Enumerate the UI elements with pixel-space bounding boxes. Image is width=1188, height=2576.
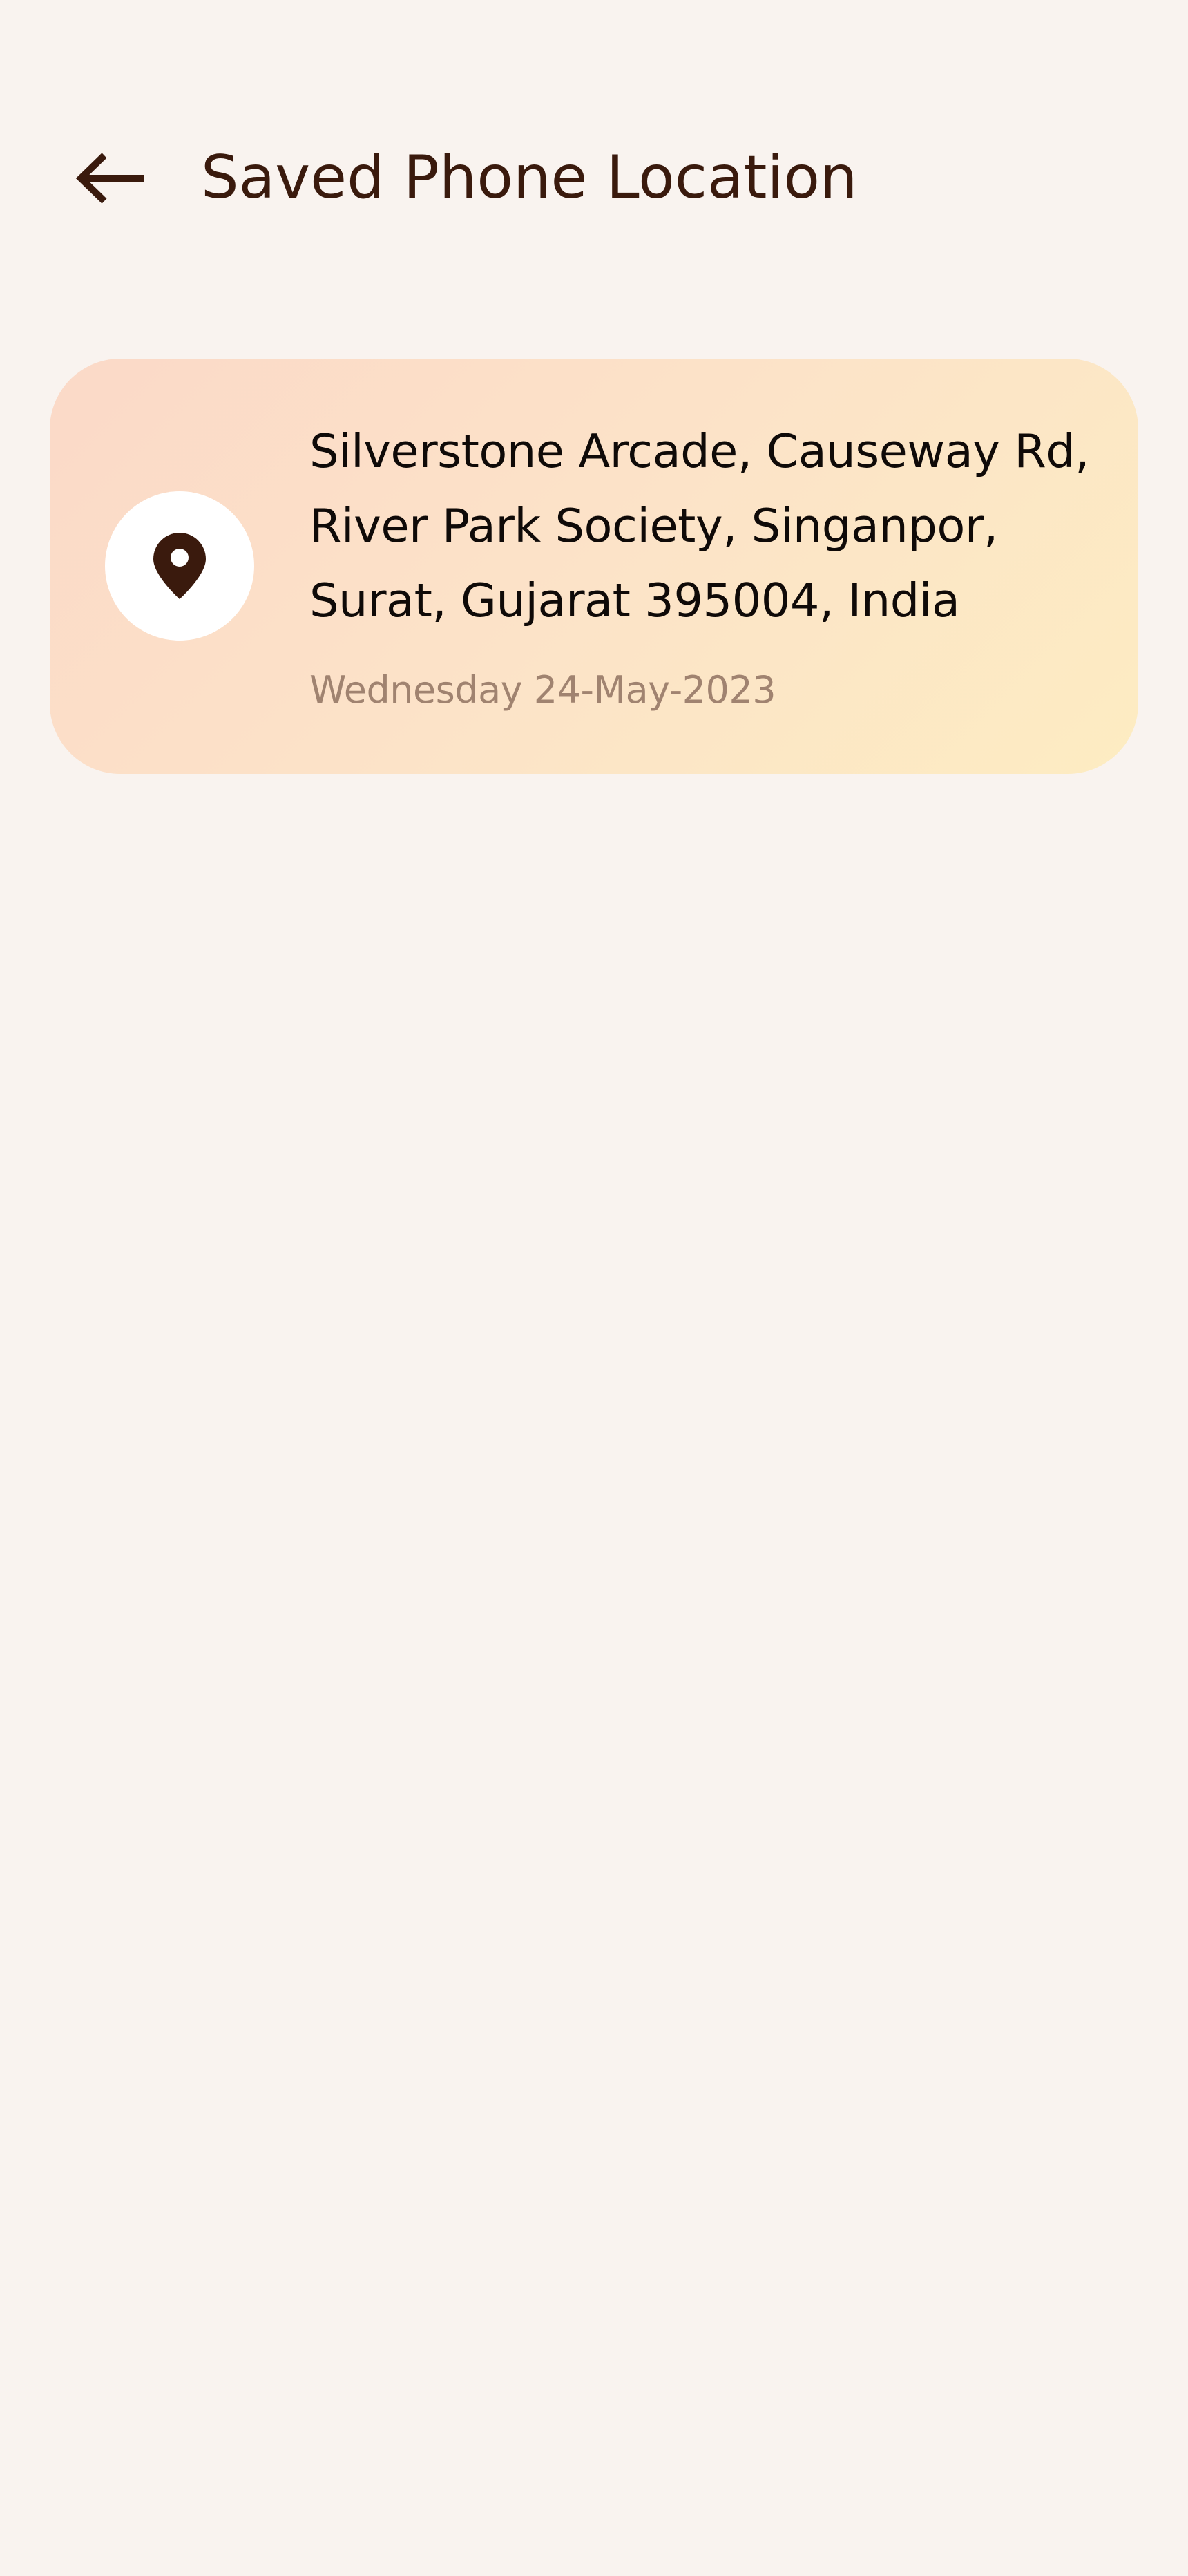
top-app-bar: Saved Phone Location <box>0 0 1188 290</box>
location-timestamp: Wednesday 24-May-2023 <box>309 668 776 712</box>
address-line: Surat, Gujarat 395004, India <box>309 574 960 627</box>
page-title: Saved Phone Location <box>201 143 858 212</box>
address-line: River Park Society, Singanpor, <box>309 499 998 553</box>
arrow-left-icon <box>75 153 144 204</box>
location-address: Silverstone Arcade, Causeway Rd, River P… <box>309 414 1097 638</box>
saved-location-card[interactable]: Silverstone Arcade, Causeway Rd, River P… <box>50 359 1138 774</box>
location-icon-badge <box>105 491 254 641</box>
address-line: Silverstone Arcade, Causeway Rd, <box>309 424 1090 478</box>
back-button[interactable] <box>66 137 156 220</box>
location-pin-icon <box>153 533 206 599</box>
